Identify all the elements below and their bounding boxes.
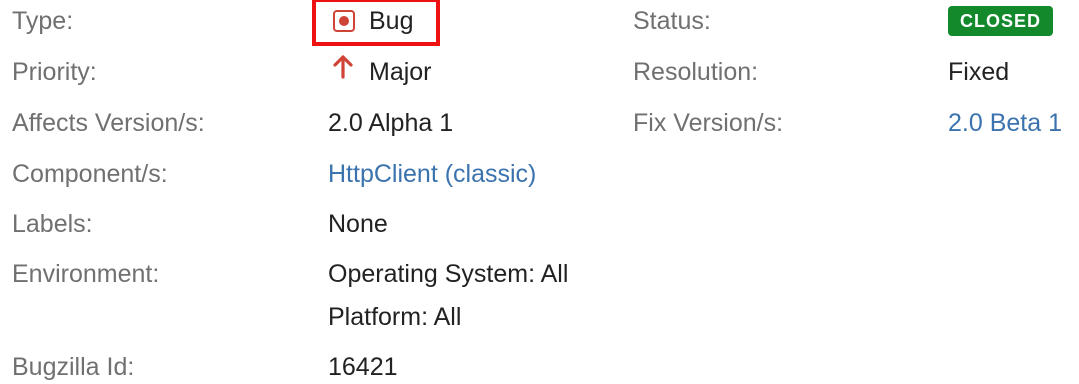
priority-value: Major: [369, 58, 432, 86]
priority-label: Priority:: [12, 58, 97, 86]
status-label: Status:: [633, 7, 711, 35]
fix-version-link[interactable]: 2.0 Beta 1: [948, 108, 1062, 138]
type-value: Bug: [369, 7, 414, 35]
bugzilla-id-value: 16421: [328, 353, 398, 381]
fix-version-label: Fix Version/s:: [633, 109, 784, 137]
environment-line-1: Operating System: All: [328, 260, 569, 288]
labels-value: None: [328, 210, 388, 238]
arrow-up-icon: [333, 55, 353, 79]
bugzilla-id-label: Bugzilla Id:: [12, 353, 135, 381]
affects-version-label: Affects Version/s:: [12, 109, 205, 137]
bug-icon: [333, 10, 355, 32]
status-badge: CLOSED: [948, 6, 1054, 36]
issue-details-panel: Type: Bug Status: CLOSED Priority: Major…: [0, 0, 1079, 384]
resolution-value: Fixed: [948, 58, 1010, 86]
environment-label: Environment:: [12, 260, 160, 288]
type-label: Type:: [12, 7, 74, 35]
affects-version-value: 2.0 Alpha 1: [328, 109, 454, 137]
labels-label: Labels:: [12, 210, 93, 238]
component-label: Component/s:: [12, 160, 168, 188]
resolution-label: Resolution:: [633, 58, 759, 86]
environment-line-2: Platform: All: [328, 303, 462, 331]
component-link[interactable]: HttpClient (classic): [328, 159, 536, 189]
